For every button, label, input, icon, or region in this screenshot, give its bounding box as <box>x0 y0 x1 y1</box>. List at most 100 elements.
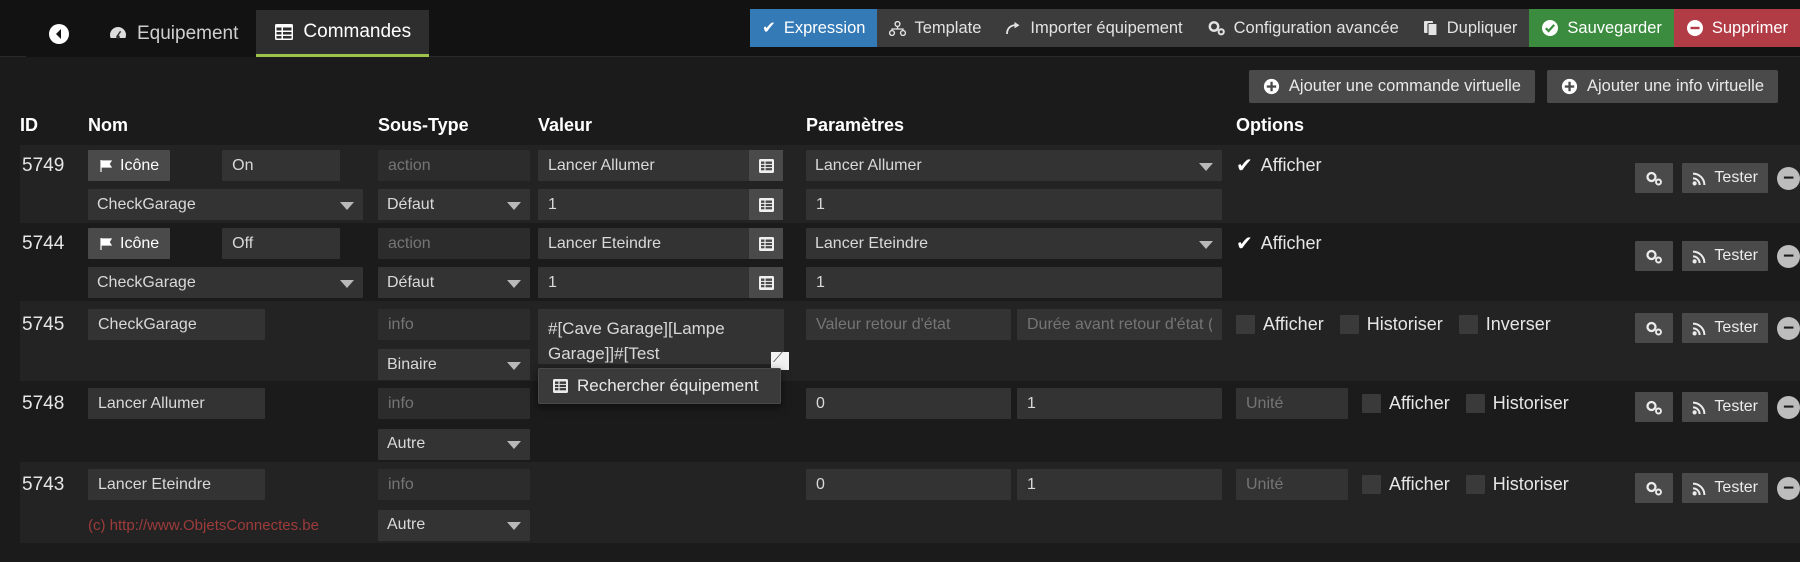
param2-input[interactable] <box>1017 469 1222 500</box>
row-tester-label: Tester <box>1714 398 1758 415</box>
row-value-cell <box>538 145 806 223</box>
param-value-input[interactable] <box>806 267 1222 298</box>
add-virtual-command-button[interactable]: Ajouter une commande virtuelle <box>1248 70 1535 103</box>
tab-commandes-label: Commandes <box>303 21 412 42</box>
parent-select-value: CheckGarage <box>97 195 196 213</box>
subtype-select[interactable]: Défaut <box>378 189 530 220</box>
param-value-input[interactable] <box>806 189 1222 220</box>
row-config-button[interactable] <box>1635 163 1674 193</box>
inverser-label: Inverser <box>1485 314 1551 334</box>
value-input[interactable] <box>538 150 749 181</box>
checkbox-box <box>1236 315 1255 334</box>
list-picker-icon[interactable] <box>749 228 783 259</box>
row-tester-button[interactable]: Tester <box>1682 473 1768 503</box>
row-delete-button[interactable]: − <box>1777 166 1800 190</box>
historiser-checkbox[interactable]: Historiser <box>1465 474 1569 495</box>
valeur-retour-input[interactable] <box>806 309 1011 340</box>
parent-select[interactable]: CheckGarage <box>88 189 363 220</box>
add-virtual-info-button[interactable]: Ajouter une info virtuelle <box>1546 70 1778 103</box>
row-delete-button[interactable]: − <box>1777 244 1800 268</box>
param2-input[interactable] <box>1017 388 1222 419</box>
row-tester-button[interactable]: Tester <box>1682 241 1768 271</box>
icone-button[interactable]: Icône <box>88 228 171 259</box>
parent-select-value: CheckGarage <box>97 273 196 291</box>
list-picker-icon[interactable] <box>749 150 783 181</box>
row-tester-button[interactable]: Tester <box>1682 163 1768 193</box>
afficher-checkbox[interactable]: Afficher <box>1362 474 1450 495</box>
param1-input[interactable] <box>806 469 1011 500</box>
param1-input[interactable] <box>806 388 1011 419</box>
subtype-select[interactable]: Défaut <box>378 267 530 298</box>
suggestion-item[interactable]: Rechercher équipement <box>539 369 780 403</box>
sauvegarder-button[interactable]: Sauvegarder <box>1529 9 1674 47</box>
icone-button[interactable]: Icône <box>88 150 171 181</box>
subtype-select[interactable]: Autre <box>378 428 530 460</box>
afficher-checkbox[interactable]: ✔ Afficher <box>1236 155 1321 176</box>
template-label: Template <box>914 18 982 37</box>
importer-equipement-button[interactable]: Importer équipement <box>993 9 1195 47</box>
configuration-avancee-label: Configuration avancée <box>1233 18 1399 37</box>
param-select[interactable]: Lancer Allumer <box>806 150 1222 181</box>
subtype-select[interactable]: Autre <box>378 509 530 541</box>
row-tester-button[interactable]: Tester <box>1682 392 1768 422</box>
back-button[interactable] <box>26 10 90 57</box>
row-tester-button[interactable]: Tester <box>1682 313 1768 343</box>
supprimer-button[interactable]: Supprimer <box>1673 9 1800 47</box>
cogs-icon <box>1645 400 1663 415</box>
row-tester-label: Tester <box>1714 319 1758 336</box>
row-config-button[interactable] <box>1635 392 1674 422</box>
dupliquer-button[interactable]: Dupliquer <box>1410 9 1530 47</box>
subtype-input[interactable] <box>378 309 530 340</box>
subtype-select[interactable]: Binaire <box>378 349 530 380</box>
list-picker-icon[interactable] <box>749 189 783 220</box>
subtype-input[interactable] <box>378 150 530 181</box>
subtype-input[interactable] <box>378 469 530 500</box>
row-actions: Tester − <box>1635 163 1800 193</box>
value2-input[interactable] <box>538 267 749 298</box>
historiser-checkbox[interactable]: Historiser <box>1465 393 1569 414</box>
list-picker-icon[interactable] <box>749 267 783 298</box>
parent-select[interactable]: CheckGarage <box>88 267 363 298</box>
equipment-suggestion-dropdown[interactable]: Rechercher équipement <box>538 368 781 404</box>
afficher-label: Afficher <box>1260 155 1322 175</box>
row-subtype-cell: Autre <box>378 462 538 543</box>
checkbox-box <box>1339 315 1359 334</box>
row-delete-button[interactable]: − <box>1777 395 1800 419</box>
command-name-input[interactable] <box>88 469 265 500</box>
row-config-button[interactable] <box>1635 313 1674 343</box>
duree-retour-input[interactable] <box>1017 309 1222 340</box>
row-config-button[interactable] <box>1635 241 1674 271</box>
command-name-input[interactable] <box>222 150 341 181</box>
afficher-checkbox[interactable]: ✔ Afficher <box>1236 233 1321 254</box>
command-name-input[interactable] <box>88 309 265 340</box>
expression-button[interactable]: ✔ Expression <box>749 9 878 47</box>
row-id-cell: 5748 <box>20 381 88 462</box>
historiser-checkbox[interactable]: Historiser <box>1339 314 1443 335</box>
value-input[interactable] <box>538 228 749 259</box>
tab-commandes[interactable]: Commandes <box>256 10 430 57</box>
unite-input[interactable] <box>1236 469 1348 500</box>
historiser-label: Historiser <box>1492 474 1569 494</box>
command-name-input[interactable] <box>222 228 341 259</box>
row-delete-button[interactable]: − <box>1777 316 1800 340</box>
inverser-checkbox[interactable]: Inverser <box>1458 314 1551 335</box>
row-delete-button[interactable]: − <box>1777 476 1800 500</box>
row-config-button[interactable] <box>1635 473 1674 503</box>
subtype-select-value: Autre <box>387 435 426 452</box>
value-textarea[interactable]: #[Cave Garage][Lampe Garage]]#[Test <box>538 309 784 364</box>
value2-input[interactable] <box>538 189 749 220</box>
add-buttons-row: Ajouter une commande virtuelle Ajouter u… <box>1248 70 1778 103</box>
tab-group: Equipement Commandes <box>26 10 430 57</box>
tab-equipement[interactable]: Equipement <box>90 10 257 57</box>
afficher-checkbox[interactable]: Afficher <box>1236 314 1324 335</box>
credit-text: (c) http://www.ObjetsConnectes.be <box>88 516 319 534</box>
template-button[interactable]: Template <box>877 9 994 47</box>
plus-circle-icon <box>1263 78 1280 95</box>
afficher-checkbox[interactable]: Afficher <box>1362 393 1450 414</box>
configuration-avancee-button[interactable]: Configuration avancée <box>1194 9 1411 47</box>
subtype-input[interactable] <box>378 228 530 259</box>
command-name-input[interactable] <box>88 388 265 419</box>
unite-input[interactable] <box>1236 388 1348 419</box>
subtype-input[interactable] <box>378 388 530 419</box>
param-select[interactable]: Lancer Eteindre <box>806 228 1222 259</box>
